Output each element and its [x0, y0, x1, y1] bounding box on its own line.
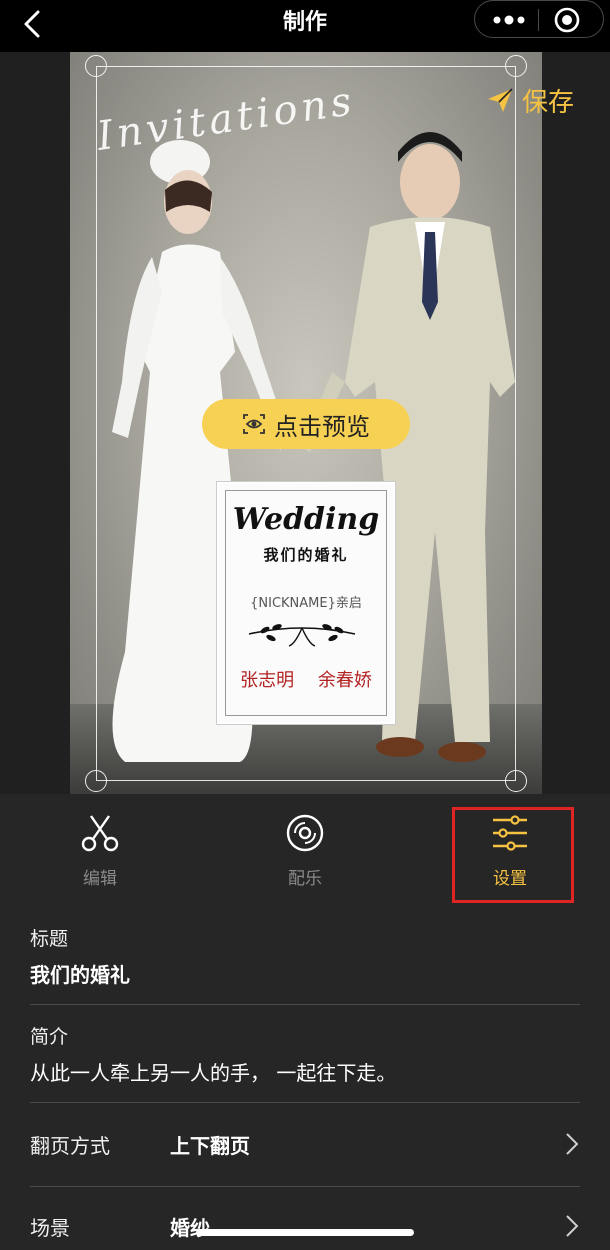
card-nickname-line: {NICKNAME}亲启: [250, 596, 362, 611]
scene-label: 场景: [30, 1215, 70, 1240]
mini-program-capsule: [474, 0, 604, 38]
paper-plane-icon: [488, 88, 513, 112]
frame-corner: [505, 770, 527, 792]
intro-field[interactable]: 简介 从此一人牵上另一人的手， 一起往下走。: [30, 1022, 580, 1086]
more-dots-icon[interactable]: [491, 10, 527, 30]
chevron-right-icon: [566, 1133, 579, 1155]
scene-value: 婚纱: [170, 1215, 210, 1240]
frame-corner: [85, 55, 107, 77]
music-disc-icon: [286, 814, 324, 852]
intro-field-label: 简介: [30, 1026, 69, 1048]
card-title: Wedding: [232, 502, 380, 537]
intro-field-value: 从此一人牵上另一人的手， 一起往下走。: [30, 1061, 397, 1085]
scene-row[interactable]: 场景 婚纱: [30, 1206, 580, 1246]
tool-edit-label: 编辑: [83, 869, 117, 889]
frame-corner: [85, 770, 107, 792]
divider: [30, 1186, 580, 1187]
tool-music[interactable]: 配乐: [245, 812, 365, 889]
capsule-divider: [538, 9, 539, 31]
home-indicator: [196, 1229, 414, 1236]
title-field-value: 我们的婚礼: [30, 963, 130, 987]
settings-highlight-box: [452, 807, 574, 903]
laurel-ornament-icon: [248, 624, 356, 647]
page-turn-label: 翻页方式: [30, 1133, 110, 1158]
target-icon[interactable]: [553, 6, 581, 34]
page-turn-value: 上下翻页: [170, 1133, 250, 1158]
invitation-card: Wedding 我们的婚礼 {NICKNAME}亲启 张志明 余春娇: [217, 482, 395, 724]
chevron-right-icon: [566, 1215, 579, 1237]
title-field-label: 标题: [30, 928, 69, 950]
save-label: 保存: [522, 87, 575, 118]
scissors-icon: [81, 815, 119, 852]
card-couple-names: 张志明 余春娇: [240, 670, 372, 691]
tool-music-label: 配乐: [288, 869, 322, 889]
preview-stage: Invitations 保存 点击预览 Wedding 我们的婚礼 {NICKN…: [0, 52, 610, 794]
title-field[interactable]: 标题 我们的婚礼: [30, 924, 580, 988]
eye-scan-icon: [243, 414, 265, 434]
divider: [30, 1004, 580, 1005]
tool-edit[interactable]: 编辑: [40, 812, 160, 889]
save-button[interactable]: 保存: [486, 82, 574, 118]
preview-label: 点击预览: [274, 412, 370, 441]
divider: [30, 1102, 580, 1103]
preview-button[interactable]: 点击预览: [202, 399, 410, 449]
page-turn-row[interactable]: 翻页方式 上下翻页: [30, 1124, 580, 1164]
frame-corner: [505, 55, 527, 77]
card-subtitle: 我们的婚礼: [263, 546, 349, 564]
top-nav-bar: 制作: [0, 0, 610, 52]
